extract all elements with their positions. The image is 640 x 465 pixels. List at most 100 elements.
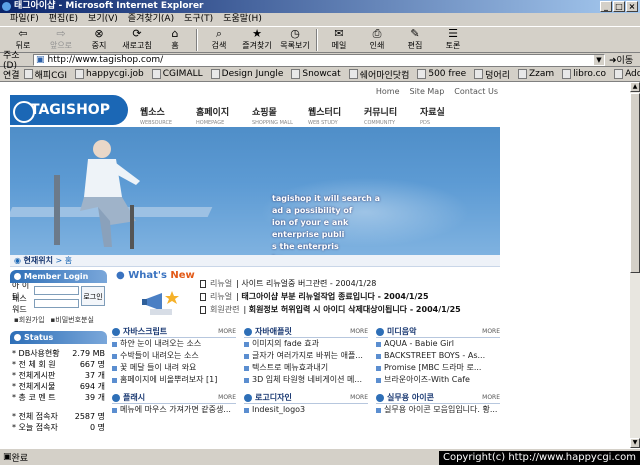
status-box: Status * DB사용현황 2.79 MB * 전 체 회 원 667 명 * … (10, 331, 107, 433)
menu-tools[interactable]: 도구(T) (184, 13, 213, 26)
more-link[interactable]: MORE (482, 394, 500, 401)
link-item[interactable]: Adobe (614, 69, 640, 79)
window-titlebar: 태그아이샵 - Microsoft Internet Explorer _ □ … (0, 0, 640, 13)
nav-pds[interactable]: 자료실 PDS (420, 105, 464, 126)
more-link[interactable]: MORE (350, 328, 368, 335)
menu-edit[interactable]: 편집(E) (49, 13, 78, 26)
join-link[interactable]: ▪회원가입 (14, 315, 45, 325)
address-input[interactable]: ▣ http://www.tagishop.com/ ▼ (33, 53, 605, 66)
list-item[interactable]: BACKSTREET BOYS - As... (376, 350, 500, 362)
discuss-button[interactable]: ☰ 토론 (434, 27, 472, 52)
search-icon: ⌕ (215, 27, 223, 40)
list-item[interactable]: 실무용 아이콘 모음입입니다. 황... (376, 404, 500, 416)
menu-view[interactable]: 보기(V) (88, 13, 118, 26)
breadcrumb-home[interactable]: 홈 (65, 256, 72, 265)
home-link[interactable]: Home (376, 87, 400, 96)
breadcrumb: ◉ 현재위치 > 홈 (10, 255, 500, 267)
link-item[interactable]: 쉐어마인닷컴 (349, 68, 410, 81)
maximize-button[interactable]: □ (613, 1, 625, 12)
link-item[interactable]: 덩어리 (474, 68, 510, 81)
list-item[interactable]: 홈페이지에 비올뿌려보자 [1] (112, 374, 236, 386)
news-item[interactable]: 리뉴얼 | 태그아이샵 부분 리뉴얼작업 종료입니다 - 2004/1/25 (200, 290, 500, 303)
scroll-down-icon[interactable]: ▼ (630, 438, 640, 448)
find-password-link[interactable]: ▪비밀번호분실 (51, 315, 94, 325)
seated-man-illustration (54, 140, 140, 249)
megaphone-icon (142, 291, 179, 315)
top-links: Home Site Map Contact Us (376, 87, 498, 96)
ie-icon (2, 2, 11, 11)
menu-file[interactable]: 파일(F) (10, 13, 39, 26)
scroll-thumb[interactable] (630, 93, 640, 273)
address-bar: 주소(D) ▣ http://www.tagishop.com/ ▼ ➜이동 (0, 51, 640, 71)
sitemap-link[interactable]: Site Map (410, 87, 445, 96)
close-button[interactable]: × (626, 1, 638, 12)
nav-webstudy[interactable]: 웹스터디 WEB STUDY (308, 105, 352, 126)
search-button[interactable]: ⌕ 검색 (200, 27, 238, 52)
list-item[interactable]: 수박들이 내려오는 소스 (112, 350, 236, 362)
list-item[interactable]: AQUA - Babie Girl (376, 338, 500, 350)
discuss-icon: ☰ (448, 27, 458, 40)
back-arrow-icon: ⇦ (18, 27, 28, 40)
document-icon (200, 292, 206, 301)
mail-button[interactable]: ✉ 메일 (320, 27, 358, 52)
list-item[interactable]: 브라운아이즈-With Cafe (376, 374, 500, 386)
list-item[interactable]: 꽃 메달 들이 내려 와요 (112, 362, 236, 374)
more-link[interactable]: MORE (218, 328, 236, 335)
stop-button[interactable]: ⊗ 중지 (80, 27, 118, 52)
vertical-scrollbar[interactable]: ▲ ▼ (630, 82, 640, 448)
list-item[interactable]: 글자가 여러가지로 바뀌는 애플... (244, 350, 368, 362)
list-item[interactable]: 3D 입체 타원형 네비게이션 메... (244, 374, 368, 386)
minimize-button[interactable]: _ (600, 1, 612, 12)
section-javascript: 자바스크립트 MORE 하얀 눈이 내려오는 소스 수박들이 내려오는 소스 꽃 … (112, 326, 236, 386)
menu-help[interactable]: 도움말(H) (223, 13, 262, 26)
toolbar-separator (316, 28, 318, 51)
hero-banner: tagishop it will search a ad a possibili… (10, 127, 500, 255)
nav-community[interactable]: 커뮤니티 COMMUNITY (364, 105, 408, 126)
home-button[interactable]: ⌂ 홈 (156, 27, 194, 52)
site-logo[interactable]: TAGISHOP (10, 95, 128, 125)
status-bar: ▣ 완료 Copyright(c) http://www.happycgi.co… (0, 448, 640, 465)
link-item[interactable]: Zzam (518, 69, 554, 79)
password-input[interactable] (34, 299, 79, 308)
more-link[interactable]: MORE (482, 328, 500, 335)
link-item[interactable]: 해피CGI (24, 68, 67, 81)
list-item[interactable]: 이미지의 fade 효과 (244, 338, 368, 350)
member-login-title: Member Login (10, 270, 107, 283)
link-item[interactable]: libro.co (562, 69, 606, 79)
scroll-up-icon[interactable]: ▲ (630, 82, 640, 92)
menu-favorites[interactable]: 즐겨찾기(A) (128, 13, 174, 26)
contact-link[interactable]: Contact Us (454, 87, 498, 96)
list-item[interactable]: 텍스트로 메뉴효과내기 (244, 362, 368, 374)
nav-shoppingmall[interactable]: 쇼핑몰 SHOPPING MALL (252, 105, 296, 126)
link-item[interactable]: happycgi.job (75, 69, 144, 79)
id-input[interactable] (34, 286, 79, 295)
link-item[interactable]: CGIMALL (152, 69, 203, 79)
nav-homepage[interactable]: 홈페이지 HOMEPAGE (196, 105, 240, 126)
forward-button[interactable]: ⇨ 앞으로 (42, 27, 80, 52)
nav-websource[interactable]: 웹소스 WEBSOURCE (140, 105, 184, 126)
login-button[interactable]: 로그인 (81, 286, 105, 306)
news-item[interactable]: 회원관련 | 회원정보 허위입력 시 아이디 삭제대상이됩니다 - 2004/1/… (200, 303, 500, 316)
main-nav: 웹소스 WEBSOURCE 홈페이지 HOMEPAGE 쇼핑몰 SHOPPING MA… (140, 105, 464, 126)
link-item[interactable]: 500 free (417, 69, 466, 79)
browser-viewport: TAGISHOP Home Site Map Contact Us 웹소스 WEB… (0, 82, 630, 448)
favorites-button[interactable]: ★ 즐겨찾기 (238, 27, 276, 52)
link-item[interactable]: Design Jungle (211, 69, 284, 79)
go-arrow-icon: ➜ (609, 56, 617, 66)
list-item[interactable]: Promise [MBC 드라마 로... (376, 362, 500, 374)
chevron-down-icon[interactable]: ▼ (594, 54, 604, 65)
edit-button[interactable]: ✎ 편집 (396, 27, 434, 52)
status-row: * 전체게시물 694 개 (12, 382, 105, 391)
list-item[interactable]: 하얀 눈이 내려오는 소스 (112, 338, 236, 350)
more-link[interactable]: MORE (218, 394, 236, 401)
list-item[interactable]: Indesit_logo3 (244, 404, 368, 416)
go-button[interactable]: ➜이동 (609, 53, 633, 66)
refresh-button[interactable]: ⟳ 새로고침 (118, 27, 156, 52)
more-link[interactable]: MORE (350, 394, 368, 401)
history-button[interactable]: ◷ 목록보기 (276, 27, 314, 52)
link-item[interactable]: Snowcat (291, 69, 340, 79)
list-item[interactable]: 메뉴에 마우스 가져가면 같중생... (112, 404, 236, 416)
news-item[interactable]: 리뉴얼 | 사이트 리뉴얼중 버그관련 - 2004/1/28 (200, 277, 500, 290)
print-button[interactable]: ⎙ 인쇄 (358, 27, 396, 52)
page-done-icon: ▣ (3, 452, 12, 462)
